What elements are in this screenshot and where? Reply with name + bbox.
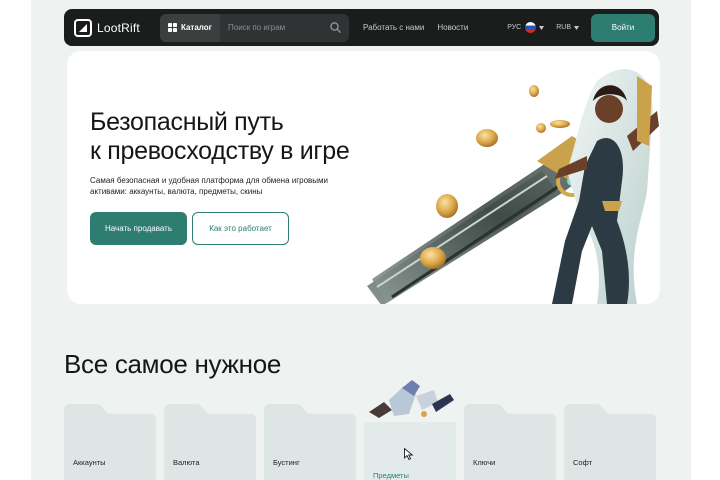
nav-link-news[interactable]: Новости [437, 23, 468, 32]
folder-icon [464, 404, 556, 480]
folder-icon [564, 404, 656, 480]
category-label: Аккаунты [73, 458, 106, 467]
currency-selector[interactable]: RUB [556, 24, 579, 31]
section-title: Все самое нужное [64, 349, 282, 379]
catalog-label: Каталог [181, 23, 212, 32]
how-it-works-button[interactable]: Как это работает [192, 212, 289, 245]
catalog-button[interactable]: Каталог [160, 13, 220, 42]
caret-down-icon [574, 25, 579, 30]
category-label: Бустинг [273, 458, 300, 467]
hero-title-line1: Безопасный путь [90, 108, 284, 136]
logo-icon [74, 18, 92, 37]
category-card-currency[interactable]: Валюта [164, 404, 256, 480]
logo[interactable]: LootRift [74, 18, 154, 37]
category-card-software[interactable]: Софт [564, 404, 656, 480]
start-selling-button[interactable]: Начать продавать [90, 212, 187, 245]
logo-text: LootRift [97, 20, 140, 35]
category-label: Валюта [173, 458, 200, 467]
category-label: Предметы [373, 471, 409, 480]
header: LootRift Каталог Работать с нами Новости [64, 9, 659, 46]
category-card-accounts[interactable]: Аккаунты [64, 404, 156, 480]
cursor-icon [404, 448, 414, 460]
login-button[interactable]: Войти [591, 13, 655, 42]
hero-character-illustration [367, 69, 659, 304]
category-label: Софт [573, 458, 593, 467]
language-label: РУС [507, 24, 522, 31]
search-input[interactable] [220, 23, 330, 32]
hero-banner: Безопасный путь к превосходству в игре С… [67, 51, 660, 304]
search-group: Каталог [160, 13, 349, 42]
nav-link-work-with-us[interactable]: Работать с нами [363, 23, 424, 32]
language-selector[interactable]: РУС [507, 22, 545, 33]
category-items-illustration [369, 380, 454, 418]
category-card-items[interactable]: Предметы [364, 380, 456, 480]
category-card-keys[interactable]: Ключи [464, 404, 556, 480]
russia-flag-icon [525, 22, 537, 33]
folder-icon [164, 404, 256, 480]
category-list: Аккаунты Валюта Бустинг Предметы Ключи С… [64, 380, 664, 480]
caret-down-icon [539, 25, 545, 30]
grid-icon [168, 23, 177, 32]
folder-icon [264, 404, 356, 480]
page: LootRift Каталог Работать с нами Новости [31, 0, 691, 480]
category-label: Ключи [473, 458, 496, 467]
search-icon[interactable] [330, 22, 341, 33]
folder-icon [64, 404, 156, 480]
currency-label: RUB [556, 24, 571, 31]
category-card-boosting[interactable]: Бустинг [264, 404, 356, 480]
